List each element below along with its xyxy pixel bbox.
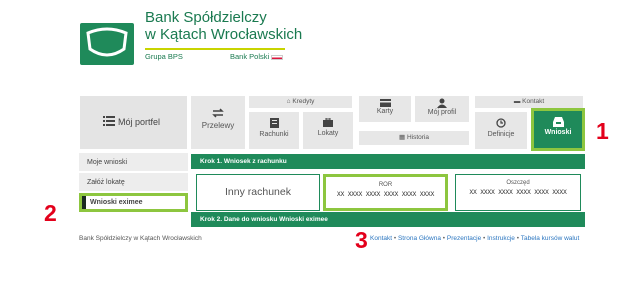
annotation-marker-3: 3	[355, 227, 368, 253]
account-osz-title: Oszczęd	[506, 180, 530, 186]
bank-polski-label: Bank Polski	[230, 52, 284, 61]
card-icon	[379, 99, 391, 107]
footer-link-instrukcje[interactable]: Instrukcje	[487, 235, 515, 242]
logo-emblem-icon	[86, 27, 128, 57]
footer-separator: •	[442, 235, 446, 242]
footer-separator: •	[393, 235, 397, 242]
nav-karty-label: Karty	[376, 108, 394, 115]
nav-wnioski[interactable]: Wnioski	[531, 108, 585, 151]
nav-karty[interactable]: Karty	[358, 95, 412, 123]
bank-name: Bank Spółdzielczy w Kątach Wrocławskich	[145, 9, 302, 43]
account-option-oszczed[interactable]: Oszczęd XX XXXX XXXX XXXX XXXX XXXX	[455, 174, 581, 211]
bank-name-line2: w Kątach Wrocławskich	[145, 26, 303, 43]
account-ror-title: ROR	[378, 182, 393, 188]
step-1-header: Krok 1. Wniosek z rachunku	[191, 154, 585, 169]
chat-icon: ▬	[513, 98, 521, 105]
nav-rachunki[interactable]: Rachunki	[248, 111, 300, 150]
nav-definicje-label: Definicje	[487, 131, 515, 138]
footer-separator: •	[516, 235, 520, 242]
sidebar-item-wnioski-eximee[interactable]: Wnioski eximee	[79, 193, 188, 212]
nav-lokaty[interactable]: Lokaty	[302, 111, 354, 150]
nav-kredyty-label: Kredyty	[292, 98, 315, 105]
user-icon	[437, 98, 447, 108]
clock-icon	[496, 118, 506, 128]
sidebar-item-zaloz-lokate[interactable]: Załóż lokatę	[79, 173, 188, 192]
inbox-icon	[552, 117, 564, 127]
group-label: Grupa BPS	[145, 52, 183, 61]
nav-przelewy-label: Przelewy	[201, 121, 235, 130]
footer-link-kontakt[interactable]: Kontakt	[370, 235, 392, 242]
sidebar-item-moje-wnioski[interactable]: Moje wnioski	[79, 153, 188, 172]
nav-kontakt[interactable]: ▬ Kontakt	[474, 95, 584, 109]
nav-moj-portfel-label: Mój portfel	[118, 117, 161, 127]
annotation-marker-1: 1	[596, 118, 609, 144]
nav-historia[interactable]: ▦ Historia	[358, 130, 470, 146]
nav-przelewy[interactable]: Przelewy	[190, 95, 246, 150]
polish-flag-icon	[271, 54, 284, 60]
nav-wnioski-label: Wnioski	[544, 129, 572, 136]
bank-subtitle: Grupa BPS Bank Polski	[145, 48, 285, 61]
annotation-marker-2: 2	[44, 200, 57, 226]
transfer-arrows-icon	[212, 108, 224, 118]
nav-kontakt-label: Kontakt	[522, 98, 545, 105]
footer-link-tabela-kursow[interactable]: Tabela kursów walut	[521, 235, 580, 242]
footer-separator: •	[483, 235, 486, 242]
footer-link-prezentacje[interactable]: Prezentacje	[447, 235, 481, 242]
briefcase-icon	[323, 118, 333, 127]
nav-kredyty[interactable]: ⌂ Kredyty	[248, 95, 353, 109]
list-icon	[103, 116, 115, 126]
calendar-icon: ▦	[398, 134, 406, 141]
home-icon: ⌂	[286, 98, 291, 105]
nav-lokaty-label: Lokaty	[317, 130, 339, 137]
bank-name-line1: Bank Spółdzielczy	[145, 9, 267, 26]
footer-bank-name: Bank Spółdzielczy w Kątach Wrocławskich	[79, 235, 202, 242]
nav-moj-portfel[interactable]: Mój portfel	[79, 95, 188, 150]
step-2-header[interactable]: Krok 2. Dane do wniosku Wnioski eximee	[191, 212, 585, 227]
footer-links: Kontakt • Strona Główna • Prezentacje • …	[370, 235, 579, 242]
nav-moj-profil-label: Mój profil	[427, 109, 457, 116]
nav-moj-profil[interactable]: Mój profil	[414, 95, 470, 123]
bank-logo[interactable]	[80, 23, 134, 65]
account-osz-number: XX XXXX XXXX XXXX XXXX XXXX	[469, 189, 567, 196]
account-option-ror[interactable]: ROR XX XXXX XXXX XXXX XXXX XXXX	[323, 174, 448, 211]
nav-historia-label: Historia	[406, 134, 429, 141]
document-icon	[269, 118, 279, 128]
account-option-inny[interactable]: Inny rachunek	[196, 174, 320, 211]
nav-rachunki-label: Rachunki	[259, 131, 289, 138]
nav-definicje[interactable]: Definicje	[474, 111, 528, 150]
footer-link-strona-glowna[interactable]: Strona Główna	[398, 235, 441, 242]
account-ror-number: XX XXXX XXXX XXXX XXXX XXXX	[336, 191, 435, 198]
